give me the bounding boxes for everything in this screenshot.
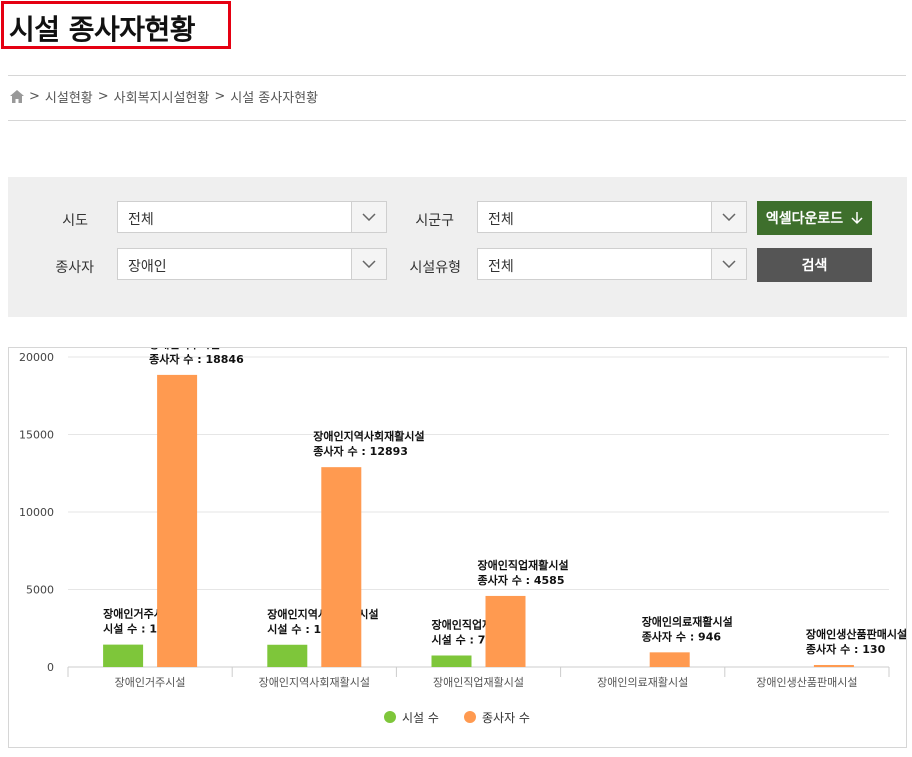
facility-type-label: 시설유형 [409,260,461,276]
y-tick-label: 5000 [26,584,54,597]
sido-select[interactable]: 전체 [117,201,387,233]
data-label-category: 장애인의료재활시설 [642,614,733,628]
bar-chart: 05000100001500020000장애인거주시설 장애인지역사회재활시설 장애… [19,337,907,725]
data-label-category: 장애인직업재활시설 [478,558,569,572]
divider [8,75,906,76]
excel-download-button[interactable]: 엑셀다운로드 [757,201,872,235]
legend-facility-marker[interactable] [384,711,396,723]
x-tick-label: 장애인생산품판매시설 [756,676,857,689]
download-icon [851,211,863,224]
worker-count-bar[interactable] [649,652,690,667]
chevron-down-icon [711,202,746,232]
breadcrumb-item-welfare[interactable]: 사회복지시설현황 [114,87,210,106]
worker-select[interactable]: 장애인 [117,248,387,280]
worker-count-bar[interactable] [485,595,526,667]
breadcrumb-separator: > [97,89,109,104]
search-button[interactable]: 검색 [757,248,872,282]
search-button-label: 검색 [801,258,828,274]
data-label-value: 종사자 수 : 130 [806,642,886,656]
data-label-value: 종사자 수 : 4585 [478,573,565,587]
sido-select-value: 전체 [128,212,154,228]
y-tick-label: 15000 [19,429,54,442]
legend-facility-label[interactable]: 시설 수 [402,711,439,725]
worker-count-bar[interactable] [321,467,362,667]
divider [8,120,906,121]
page-title: 시설 종사자현황 [9,13,196,46]
facility-type-select-value: 전체 [488,259,514,275]
sido-label: 시도 [62,213,88,229]
home-icon[interactable] [10,90,24,103]
data-label-value: 종사자 수 : 18846 [149,352,244,366]
breadcrumb-item-current[interactable]: 시설 종사자현황 [230,87,318,106]
worker-count-bar[interactable] [157,374,198,667]
breadcrumb-item-facility[interactable]: 시설현황 [45,87,93,106]
facility-type-select[interactable]: 전체 [477,248,747,280]
x-tick-label: 장애인의료재활시설 [597,675,688,689]
x-tick-label: 장애인거주시설 [115,676,186,689]
facility-count-bar[interactable] [267,644,308,667]
excel-download-label: 엑셀다운로드 [765,211,844,227]
facility-count-bar[interactable] [431,655,472,667]
sigungu-label: 시군구 [415,213,454,229]
data-label-category: 장애인지역사회재활시설 [313,429,424,443]
breadcrumb-separator: > [214,89,226,104]
data-label-category: 장애인생산품판매시설 [806,627,906,641]
x-tick-label: 장애인지역사회재활시설 [259,675,370,689]
sigungu-select[interactable]: 전체 [477,201,747,233]
sigungu-select-value: 전체 [488,212,514,228]
worker-count-bar[interactable] [813,664,854,667]
worker-label: 종사자 [55,260,94,276]
data-label-category: 장애인거주시설 [149,348,220,351]
y-tick-label: 0 [47,661,54,674]
legend-worker-marker[interactable] [464,711,476,723]
breadcrumb: > 시설현황 > 사회복지시설현황 > 시설 종사자현황 [10,87,318,106]
data-label-value: 종사자 수 : 946 [642,629,722,643]
worker-select-value: 장애인 [128,259,167,275]
facility-count-bar[interactable] [103,644,144,667]
breadcrumb-separator: > [29,89,40,104]
data-label-value: 종사자 수 : 12893 [313,444,408,458]
x-tick-label: 장애인직업재활시설 [433,675,524,689]
chart-container: 0 5000 10000 15000 20000 장애인거주시설 장애인지역사회재활시설 장애… [8,337,907,748]
y-tick-label: 20000 [19,351,54,364]
y-tick-label: 10000 [19,506,54,519]
legend-worker-label[interactable]: 종사자 수 [482,711,530,725]
chevron-down-icon [711,249,746,279]
filter-panel: 시도 전체 시군구 전체 엑셀다운로드 종사자 장애인 시설유형 전체 검색 [8,177,907,317]
